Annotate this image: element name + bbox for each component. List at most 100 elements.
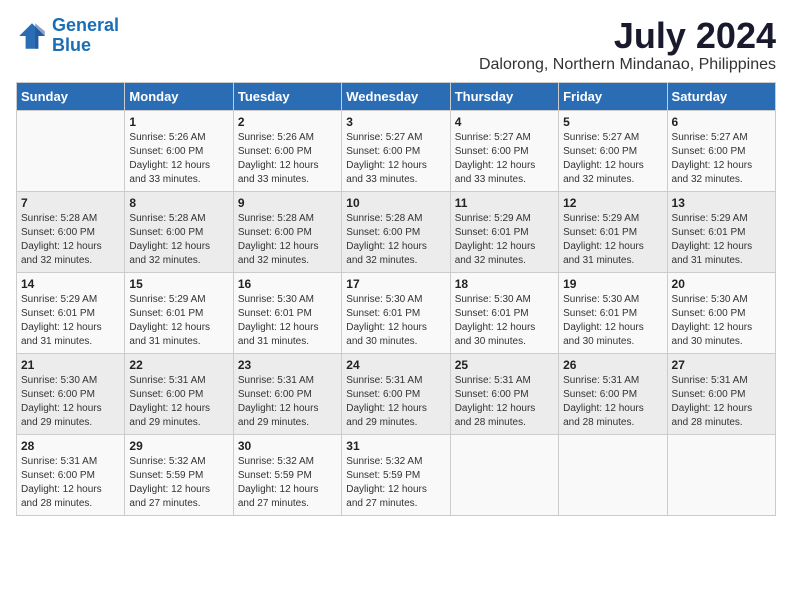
calendar-cell: 31 Sunrise: 5:32 AM Sunset: 5:59 PM Dayli… (342, 434, 450, 515)
calendar-cell: 26Sunrise: 5:31 AM Sunset: 6:00 PM Dayli… (559, 353, 667, 434)
day-info: Sunrise: 5:30 AM Sunset: 6:01 PM Dayligh… (238, 293, 337, 349)
day-info: Sunrise: 5:32 AM Sunset: 5:59 PM Dayligh… (346, 455, 445, 511)
calendar-cell: 23Sunrise: 5:31 AM Sunset: 6:00 PM Dayli… (233, 353, 341, 434)
day-number: 11 (455, 196, 554, 210)
header-day-friday: Friday (559, 82, 667, 110)
day-info: Sunrise: 5:30 AM Sunset: 6:01 PM Dayligh… (563, 293, 662, 349)
day-number: 1 (129, 115, 228, 129)
day-info: Sunrise: 5:31 AM Sunset: 6:00 PM Dayligh… (21, 455, 120, 511)
day-number: 25 (455, 358, 554, 372)
day-info: Sunrise: 5:29 AM Sunset: 6:01 PM Dayligh… (21, 293, 120, 349)
logo-line2: Blue (52, 35, 91, 55)
calendar-cell: 30 Sunrise: 5:32 AM Sunset: 5:59 PM Dayli… (233, 434, 341, 515)
day-info: Sunrise: 5:30 AM Sunset: 6:00 PM Dayligh… (672, 293, 771, 349)
calendar-cell: 24 Sunrise: 5:31 AM Sunset: 6:00 PM Dayli… (342, 353, 450, 434)
calendar-cell: 12 Sunrise: 5:29 AM Sunset: 6:01 PM Dayli… (559, 191, 667, 272)
day-info: Sunrise: 5:32 AM Sunset: 5:59 PM Dayligh… (238, 455, 337, 511)
calendar-cell: 27 Sunrise: 5:31 AM Sunset: 6:00 PM Dayli… (667, 353, 775, 434)
calendar-header: SundayMondayTuesdayWednesdayThursdayFrid… (17, 82, 776, 110)
week-row-1: 1 Sunrise: 5:26 AM Sunset: 6:00 PM Daylig… (17, 110, 776, 191)
day-number: 4 (455, 115, 554, 129)
calendar-cell: 20 Sunrise: 5:30 AM Sunset: 6:00 PM Dayli… (667, 272, 775, 353)
day-number: 3 (346, 115, 445, 129)
day-info: Sunrise: 5:27 AM Sunset: 6:00 PM Dayligh… (672, 131, 771, 187)
calendar-cell: 4 Sunrise: 5:27 AM Sunset: 6:00 PM Daylig… (450, 110, 558, 191)
calendar-cell: 28 Sunrise: 5:31 AM Sunset: 6:00 PM Dayli… (17, 434, 125, 515)
day-info: Sunrise: 5:30 AM Sunset: 6:01 PM Dayligh… (455, 293, 554, 349)
day-info: Sunrise: 5:27 AM Sunset: 6:00 PM Dayligh… (455, 131, 554, 187)
calendar-cell: 7Sunrise: 5:28 AM Sunset: 6:00 PM Daylig… (17, 191, 125, 272)
day-info: Sunrise: 5:31 AM Sunset: 6:00 PM Dayligh… (455, 374, 554, 430)
day-info: Sunrise: 5:29 AM Sunset: 6:01 PM Dayligh… (129, 293, 228, 349)
day-number: 14 (21, 277, 120, 291)
day-info: Sunrise: 5:27 AM Sunset: 6:00 PM Dayligh… (346, 131, 445, 187)
day-number: 13 (672, 196, 771, 210)
calendar-cell: 17Sunrise: 5:30 AM Sunset: 6:01 PM Dayli… (342, 272, 450, 353)
day-number: 28 (21, 439, 120, 453)
week-row-5: 28 Sunrise: 5:31 AM Sunset: 6:00 PM Dayli… (17, 434, 776, 515)
day-number: 19 (563, 277, 662, 291)
day-number: 5 (563, 115, 662, 129)
day-info: Sunrise: 5:29 AM Sunset: 6:01 PM Dayligh… (563, 212, 662, 268)
calendar-cell: 1 Sunrise: 5:26 AM Sunset: 6:00 PM Daylig… (125, 110, 233, 191)
day-number: 31 (346, 439, 445, 453)
calendar-cell (559, 434, 667, 515)
day-number: 21 (21, 358, 120, 372)
day-info: Sunrise: 5:31 AM Sunset: 6:00 PM Dayligh… (672, 374, 771, 430)
calendar-cell (17, 110, 125, 191)
calendar-cell: 6 Sunrise: 5:27 AM Sunset: 6:00 PM Daylig… (667, 110, 775, 191)
day-number: 9 (238, 196, 337, 210)
day-info: Sunrise: 5:29 AM Sunset: 6:01 PM Dayligh… (672, 212, 771, 268)
day-number: 10 (346, 196, 445, 210)
day-number: 22 (129, 358, 228, 372)
calendar-cell: 14 Sunrise: 5:29 AM Sunset: 6:01 PM Dayli… (17, 272, 125, 353)
day-number: 18 (455, 277, 554, 291)
header-day-sunday: Sunday (17, 82, 125, 110)
day-number: 8 (129, 196, 228, 210)
calendar-cell: 15 Sunrise: 5:29 AM Sunset: 6:01 PM Dayli… (125, 272, 233, 353)
day-info: Sunrise: 5:26 AM Sunset: 6:00 PM Dayligh… (129, 131, 228, 187)
header-day-saturday: Saturday (667, 82, 775, 110)
day-number: 2 (238, 115, 337, 129)
logo: General Blue (16, 16, 119, 56)
logo-text: General Blue (52, 16, 119, 56)
calendar-cell: 19 Sunrise: 5:30 AM Sunset: 6:01 PM Dayli… (559, 272, 667, 353)
day-number: 27 (672, 358, 771, 372)
calendar-body: 1 Sunrise: 5:26 AM Sunset: 6:00 PM Daylig… (17, 110, 776, 515)
day-info: Sunrise: 5:29 AM Sunset: 6:01 PM Dayligh… (455, 212, 554, 268)
day-info: Sunrise: 5:28 AM Sunset: 6:00 PM Dayligh… (129, 212, 228, 268)
day-info: Sunrise: 5:32 AM Sunset: 5:59 PM Dayligh… (129, 455, 228, 511)
header-day-thursday: Thursday (450, 82, 558, 110)
day-info: Sunrise: 5:30 AM Sunset: 6:01 PM Dayligh… (346, 293, 445, 349)
logo-line1: General (52, 15, 119, 35)
calendar-cell: 5 Sunrise: 5:27 AM Sunset: 6:00 PM Daylig… (559, 110, 667, 191)
day-info: Sunrise: 5:27 AM Sunset: 6:00 PM Dayligh… (563, 131, 662, 187)
header-day-wednesday: Wednesday (342, 82, 450, 110)
calendar-cell: 18 Sunrise: 5:30 AM Sunset: 6:01 PM Dayli… (450, 272, 558, 353)
week-row-4: 21Sunrise: 5:30 AM Sunset: 6:00 PM Dayli… (17, 353, 776, 434)
day-number: 15 (129, 277, 228, 291)
logo-icon (16, 20, 48, 52)
day-number: 30 (238, 439, 337, 453)
calendar-cell: 8 Sunrise: 5:28 AM Sunset: 6:00 PM Daylig… (125, 191, 233, 272)
calendar-cell: 22 Sunrise: 5:31 AM Sunset: 6:00 PM Dayli… (125, 353, 233, 434)
day-number: 7 (21, 196, 120, 210)
week-row-2: 7 Sunrise: 5:28 AM Sunset: 6:00 PM Daylig… (17, 191, 776, 272)
day-number: 16 (238, 277, 337, 291)
day-number: 29 (129, 439, 228, 453)
day-info: Sunrise: 5:31 AM Sunset: 6:00 PM Dayligh… (238, 374, 337, 430)
month-title: July 2024 (479, 16, 776, 56)
day-number: 24 (346, 358, 445, 372)
day-info: Sunrise: 5:28 AM Sunset: 6:00 PM Dayligh… (238, 212, 337, 268)
day-number: 12 (563, 196, 662, 210)
day-info: Sunrise: 5:31 AM Sunset: 6:00 PM Dayligh… (346, 374, 445, 430)
day-number: 20 (672, 277, 771, 291)
calendar-cell (667, 434, 775, 515)
calendar-cell: 29 Sunrise: 5:32 AM Sunset: 5:59 PM Dayli… (125, 434, 233, 515)
title-block: July 2024 Dalorong, Northern Mindanao, P… (479, 16, 776, 74)
calendar-cell: 21Sunrise: 5:30 AM Sunset: 6:00 PM Dayli… (17, 353, 125, 434)
day-number: 6 (672, 115, 771, 129)
location-title: Dalorong, Northern Mindanao, Philippines (479, 56, 776, 74)
day-info: Sunrise: 5:31 AM Sunset: 6:00 PM Dayligh… (563, 374, 662, 430)
day-info: Sunrise: 5:31 AM Sunset: 6:00 PM Dayligh… (129, 374, 228, 430)
